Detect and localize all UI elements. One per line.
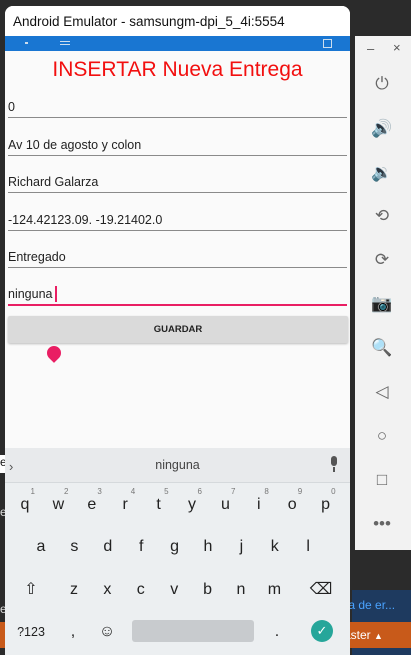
battery-icon [323,39,332,48]
id-field[interactable]: 0 [8,88,347,118]
keyboard-row-2: asdfghjkl [5,535,350,559]
field-value: Richard Galarza [8,175,99,189]
key-u[interactable]: u7 [211,487,239,517]
key-hint: 1 [30,487,35,496]
page-title: INSERTAR Nueva Entrega [52,58,303,81]
key-o[interactable]: o9 [278,487,306,517]
emulator-toolbar: – × ⏻ 🔊 🔉 ⟲ ⟳ 📷 🔍 ◁ ○ □ ••• [355,36,411,550]
soft-keyboard: › ninguna q1w2e3r4t5y6u7i8o9p0 asdfghjkl… [5,448,350,655]
zoom-icon[interactable]: 🔍 [369,335,395,361]
window-title: Android Emulator - samsungm-dpi_5_4i:555… [5,6,350,36]
key-c[interactable]: c [127,578,155,602]
key-i[interactable]: i8 [245,487,273,517]
backspace-icon[interactable]: ⌫ [307,578,335,602]
overview-icon[interactable]: □ [369,467,395,493]
key-hint: 8 [264,487,269,496]
volume-down-icon[interactable]: 🔉 [369,160,395,186]
key-r[interactable]: r4 [111,487,139,517]
save-button[interactable]: GUARDAR [8,316,348,343]
emoji-icon[interactable]: ☺ [93,620,121,644]
key-k[interactable]: k [261,535,289,559]
key-d[interactable]: d [94,535,122,559]
suggestion-word[interactable]: ninguna [5,458,350,472]
period-key[interactable]: . [263,620,291,644]
rotate-left-icon[interactable]: ⟲ [369,203,395,229]
keyboard-row-1: q1w2e3r4t5y6u7i8o9p0 [5,487,350,517]
address-field[interactable]: Av 10 de agosto y colon [8,118,347,156]
key-y[interactable]: y6 [178,487,206,517]
notification-icon [60,41,70,45]
suggestion-strip: › ninguna [5,448,350,483]
field-value: Entregado [8,250,66,264]
emulator-window: Android Emulator - samsungm-dpi_5_4i:555… [5,6,350,655]
key-t[interactable]: t5 [145,487,173,517]
shift-icon[interactable]: ⇧ [17,578,45,602]
key-p[interactable]: p0 [312,487,340,517]
android-status-bar [5,36,350,51]
symbols-key[interactable]: ?123 [11,620,51,644]
field-value: -124.42123.09. -19.21402.0 [8,212,163,227]
key-j[interactable]: j [227,535,255,559]
name-field[interactable]: Richard Galarza [8,156,347,193]
key-g[interactable]: g [161,535,189,559]
app-screen: INSERTAR Nueva Entrega 0 Av 10 de agosto… [5,51,350,448]
desktop-taskbar-item[interactable]: aster ▲ [340,622,411,648]
key-hint: 5 [164,487,169,496]
field-value: 0 [8,100,15,114]
key-hint: 3 [97,487,102,496]
back-icon[interactable]: ◁ [369,379,395,405]
observation-field[interactable]: ninguna [8,268,347,306]
home-icon[interactable]: ○ [369,423,395,449]
cursor-handle[interactable] [44,343,64,363]
check-icon[interactable]: ✓ [311,620,333,642]
key-hint: 7 [230,487,236,496]
coordinates-field[interactable]: -124.42123.09. -19.21402.0 [8,193,347,231]
key-m[interactable]: m [260,578,288,602]
key-f[interactable]: f [127,535,155,559]
key-a[interactable]: a [27,535,55,559]
volume-up-icon[interactable]: 🔊 [369,116,395,142]
keyboard-row-3: ⇧ ⌫ zxcvbnm [5,578,350,602]
notification-icon [25,42,28,44]
caret-up-icon: ▲ [374,631,383,641]
mic-icon[interactable] [328,456,340,474]
key-h[interactable]: h [194,535,222,559]
key-v[interactable]: v [160,578,188,602]
key-hint: 2 [63,487,69,496]
key-l[interactable]: l [294,535,322,559]
key-hint: 0 [331,487,336,496]
desktop-link[interactable]: ta de er... [345,598,395,612]
key-b[interactable]: b [194,578,222,602]
close-button[interactable]: × [393,40,401,55]
more-icon[interactable]: ••• [369,511,395,537]
key-n[interactable]: n [227,578,255,602]
key-s[interactable]: s [60,535,88,559]
key-q[interactable]: q1 [11,487,39,517]
camera-icon[interactable]: 📷 [369,291,395,317]
comma-key[interactable]: , [59,620,87,644]
space-bar[interactable] [132,620,254,642]
key-e[interactable]: e3 [78,487,106,517]
status-field[interactable]: Entregado [8,231,347,268]
key-hint: 6 [197,487,202,496]
key-w[interactable]: w2 [44,487,72,517]
text-cursor [55,285,57,302]
key-x[interactable]: x [93,578,121,602]
key-hint: 4 [130,487,136,496]
power-icon[interactable]: ⏻ [369,71,395,97]
rotate-right-icon[interactable]: ⟳ [369,247,395,273]
key-hint: 9 [297,487,303,496]
field-value: Av 10 de agosto y colon [8,137,142,152]
key-z[interactable]: z [60,578,88,602]
minimize-button[interactable]: – [367,41,374,56]
field-value: ninguna [8,286,53,301]
